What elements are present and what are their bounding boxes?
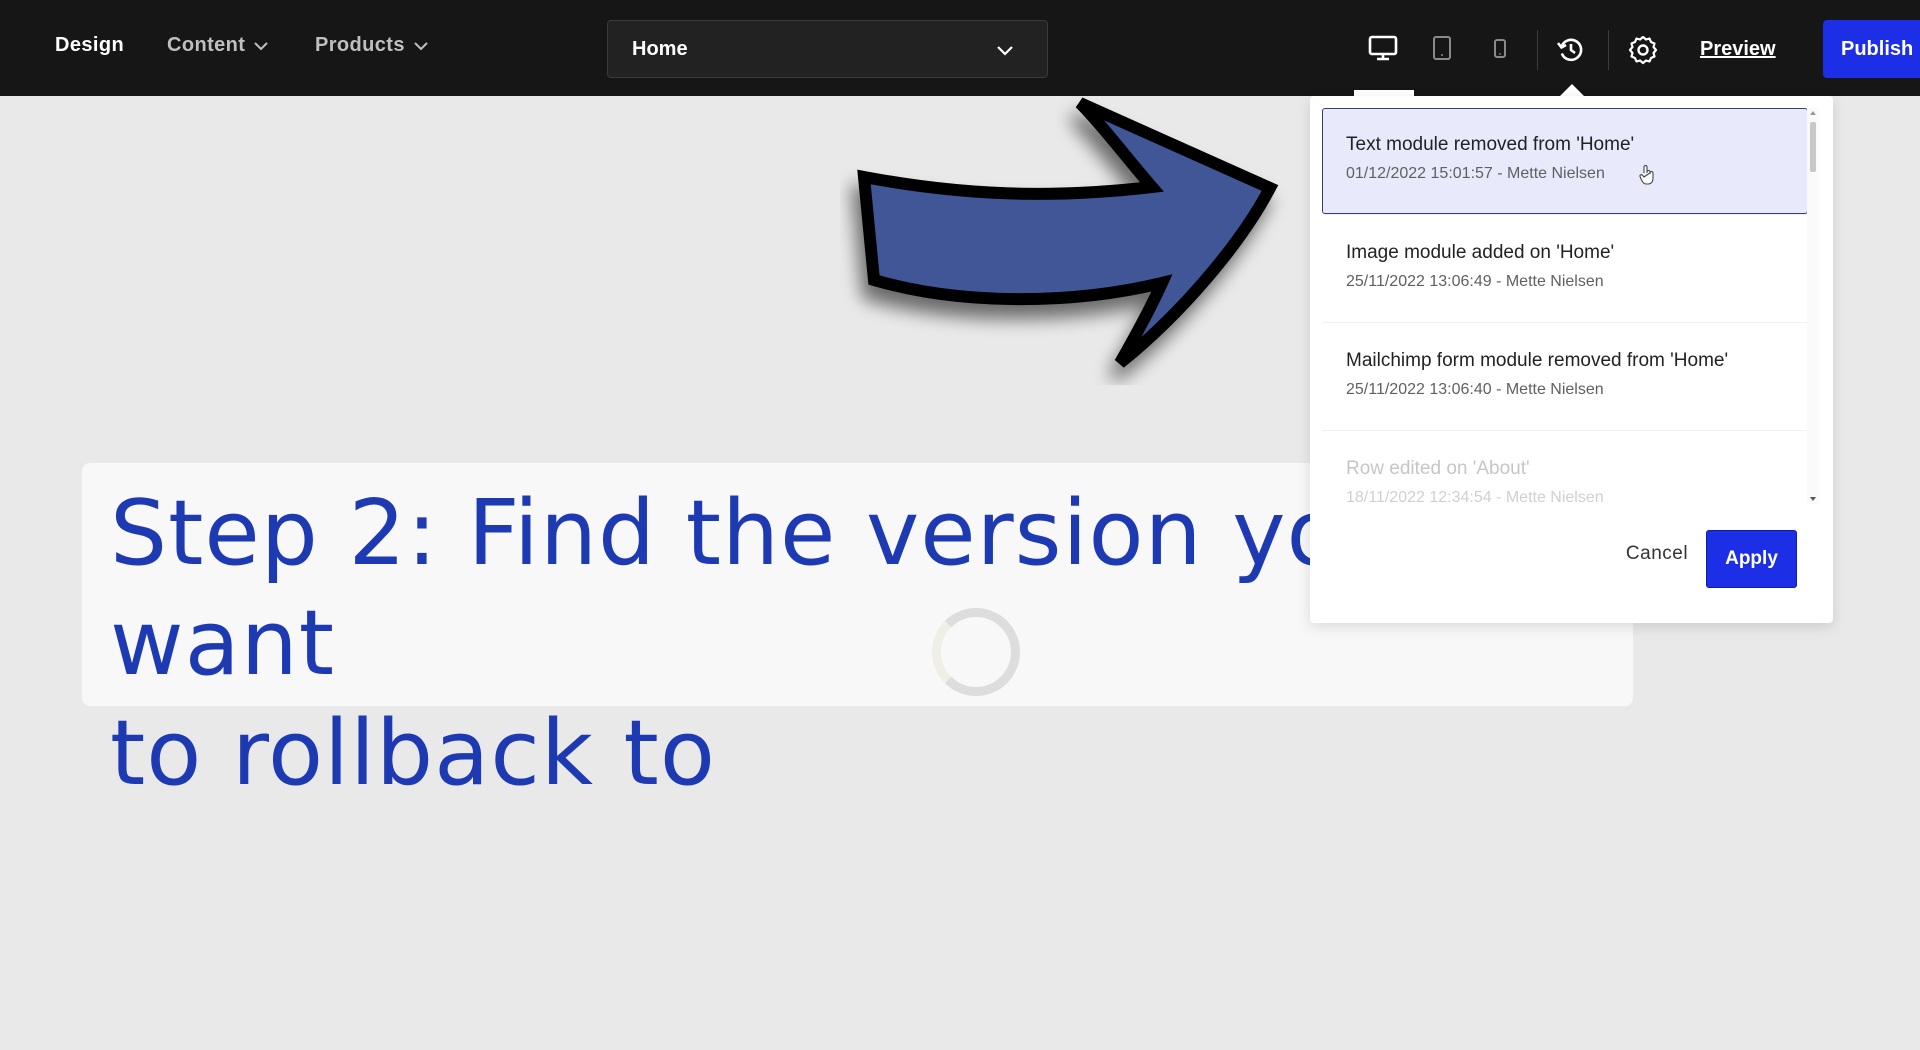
history-item-meta: 01/12/2022 15:01:57 - Mette Nielsen — [1346, 165, 1605, 182]
toolbar-divider — [1608, 30, 1609, 70]
history-item-title: Image module added on 'Home' — [1346, 242, 1615, 263]
chevron-down-icon — [997, 46, 1013, 56]
history-icon[interactable] — [1555, 34, 1587, 66]
gear-icon[interactable] — [1627, 34, 1659, 66]
history-item-meta: 18/11/2022 12:34:54 - Mette Nielsen — [1346, 489, 1604, 504]
history-item-title: Text module removed from 'Home' — [1346, 134, 1635, 155]
tutorial-arrow-graphic — [857, 97, 1279, 368]
cancel-button[interactable]: Cancel — [1612, 532, 1702, 576]
history-scrollbar[interactable] — [1807, 108, 1819, 504]
top-bar: Design Content Products Home Preview Pub… — [0, 0, 1920, 96]
version-history-list: Text module removed from 'Home' 01/12/20… — [1322, 108, 1819, 504]
history-item[interactable]: Row edited on 'About' 18/11/2022 12:34:5… — [1322, 430, 1808, 504]
history-item-meta: 25/11/2022 13:06:40 - Mette Nielsen — [1346, 381, 1604, 398]
history-item-title: Mailchimp form module removed from 'Home… — [1346, 350, 1729, 371]
page-select-value: Home — [632, 37, 688, 60]
tablet-icon[interactable] — [1426, 32, 1458, 64]
history-item-title: Row edited on 'About' — [1346, 458, 1530, 479]
history-item[interactable]: Image module added on 'Home' 25/11/2022 … — [1322, 214, 1808, 320]
dropdown-caret — [1560, 84, 1584, 96]
mobile-icon[interactable] — [1484, 32, 1516, 64]
history-item[interactable]: Mailchimp form module removed from 'Home… — [1322, 322, 1808, 428]
nav-products-menu[interactable]: Products — [315, 34, 429, 57]
nav-content-label: Content — [167, 34, 246, 56]
nav-design[interactable]: Design — [55, 34, 124, 57]
chevron-down-icon — [254, 41, 269, 50]
nav-content-menu[interactable]: Content — [167, 34, 269, 57]
page-select[interactable]: Home — [607, 20, 1048, 78]
scroll-up-arrow-icon[interactable] — [1810, 111, 1816, 115]
chevron-down-icon — [414, 41, 428, 50]
toolbar-divider — [1537, 30, 1538, 70]
history-item-selected[interactable]: Text module removed from 'Home' 01/12/20… — [1322, 108, 1808, 214]
caption-line-2: to rollback to — [110, 701, 716, 806]
publish-button[interactable]: Publish — [1823, 20, 1920, 78]
desktop-icon[interactable] — [1367, 32, 1399, 64]
nav-products-label: Products — [315, 34, 405, 56]
version-history-dropdown: Text module removed from 'Home' 01/12/20… — [1310, 96, 1833, 623]
scroll-down-arrow-icon[interactable] — [1810, 497, 1816, 501]
caption-line-1: Step 2: Find the version you want — [110, 481, 1401, 696]
history-item-meta: 25/11/2022 13:06:49 - Mette Nielsen — [1346, 273, 1604, 290]
loading-spinner-icon — [932, 608, 1020, 696]
scroll-thumb[interactable] — [1810, 122, 1816, 172]
preview-link[interactable]: Preview — [1700, 38, 1776, 61]
hand-cursor-icon — [1639, 165, 1654, 185]
apply-button[interactable]: Apply — [1706, 530, 1797, 588]
